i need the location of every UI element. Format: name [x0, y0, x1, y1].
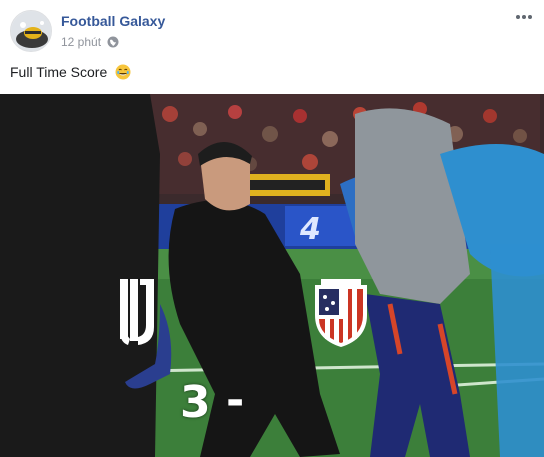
caption-text: Full Time Score: [10, 64, 108, 80]
post-header: Football Galaxy 12 phút · Full Time Scor…: [0, 0, 544, 94]
celebration-photo: 4: [0, 94, 544, 457]
post-caption: Full Time Score: [10, 64, 131, 80]
score-home: 3: [180, 377, 212, 428]
page-avatar[interactable]: [10, 10, 52, 52]
globe-icon[interactable]: [107, 36, 119, 48]
page-name-link[interactable]: Football Galaxy: [61, 13, 165, 29]
post-image[interactable]: 4 3 -: [0, 94, 544, 457]
post-meta: 12 phút ·: [61, 35, 119, 49]
avatar-image: [11, 11, 51, 51]
score-separator: -: [226, 375, 245, 426]
laughing-emoji-icon: [115, 64, 131, 80]
juventus-logo: [120, 279, 154, 345]
more-options-icon[interactable]: [514, 10, 534, 24]
post-timestamp[interactable]: 12 phút: [61, 35, 101, 49]
svg-text:4: 4: [299, 212, 321, 247]
facebook-post: Football Galaxy 12 phút · Full Time Scor…: [0, 0, 544, 457]
